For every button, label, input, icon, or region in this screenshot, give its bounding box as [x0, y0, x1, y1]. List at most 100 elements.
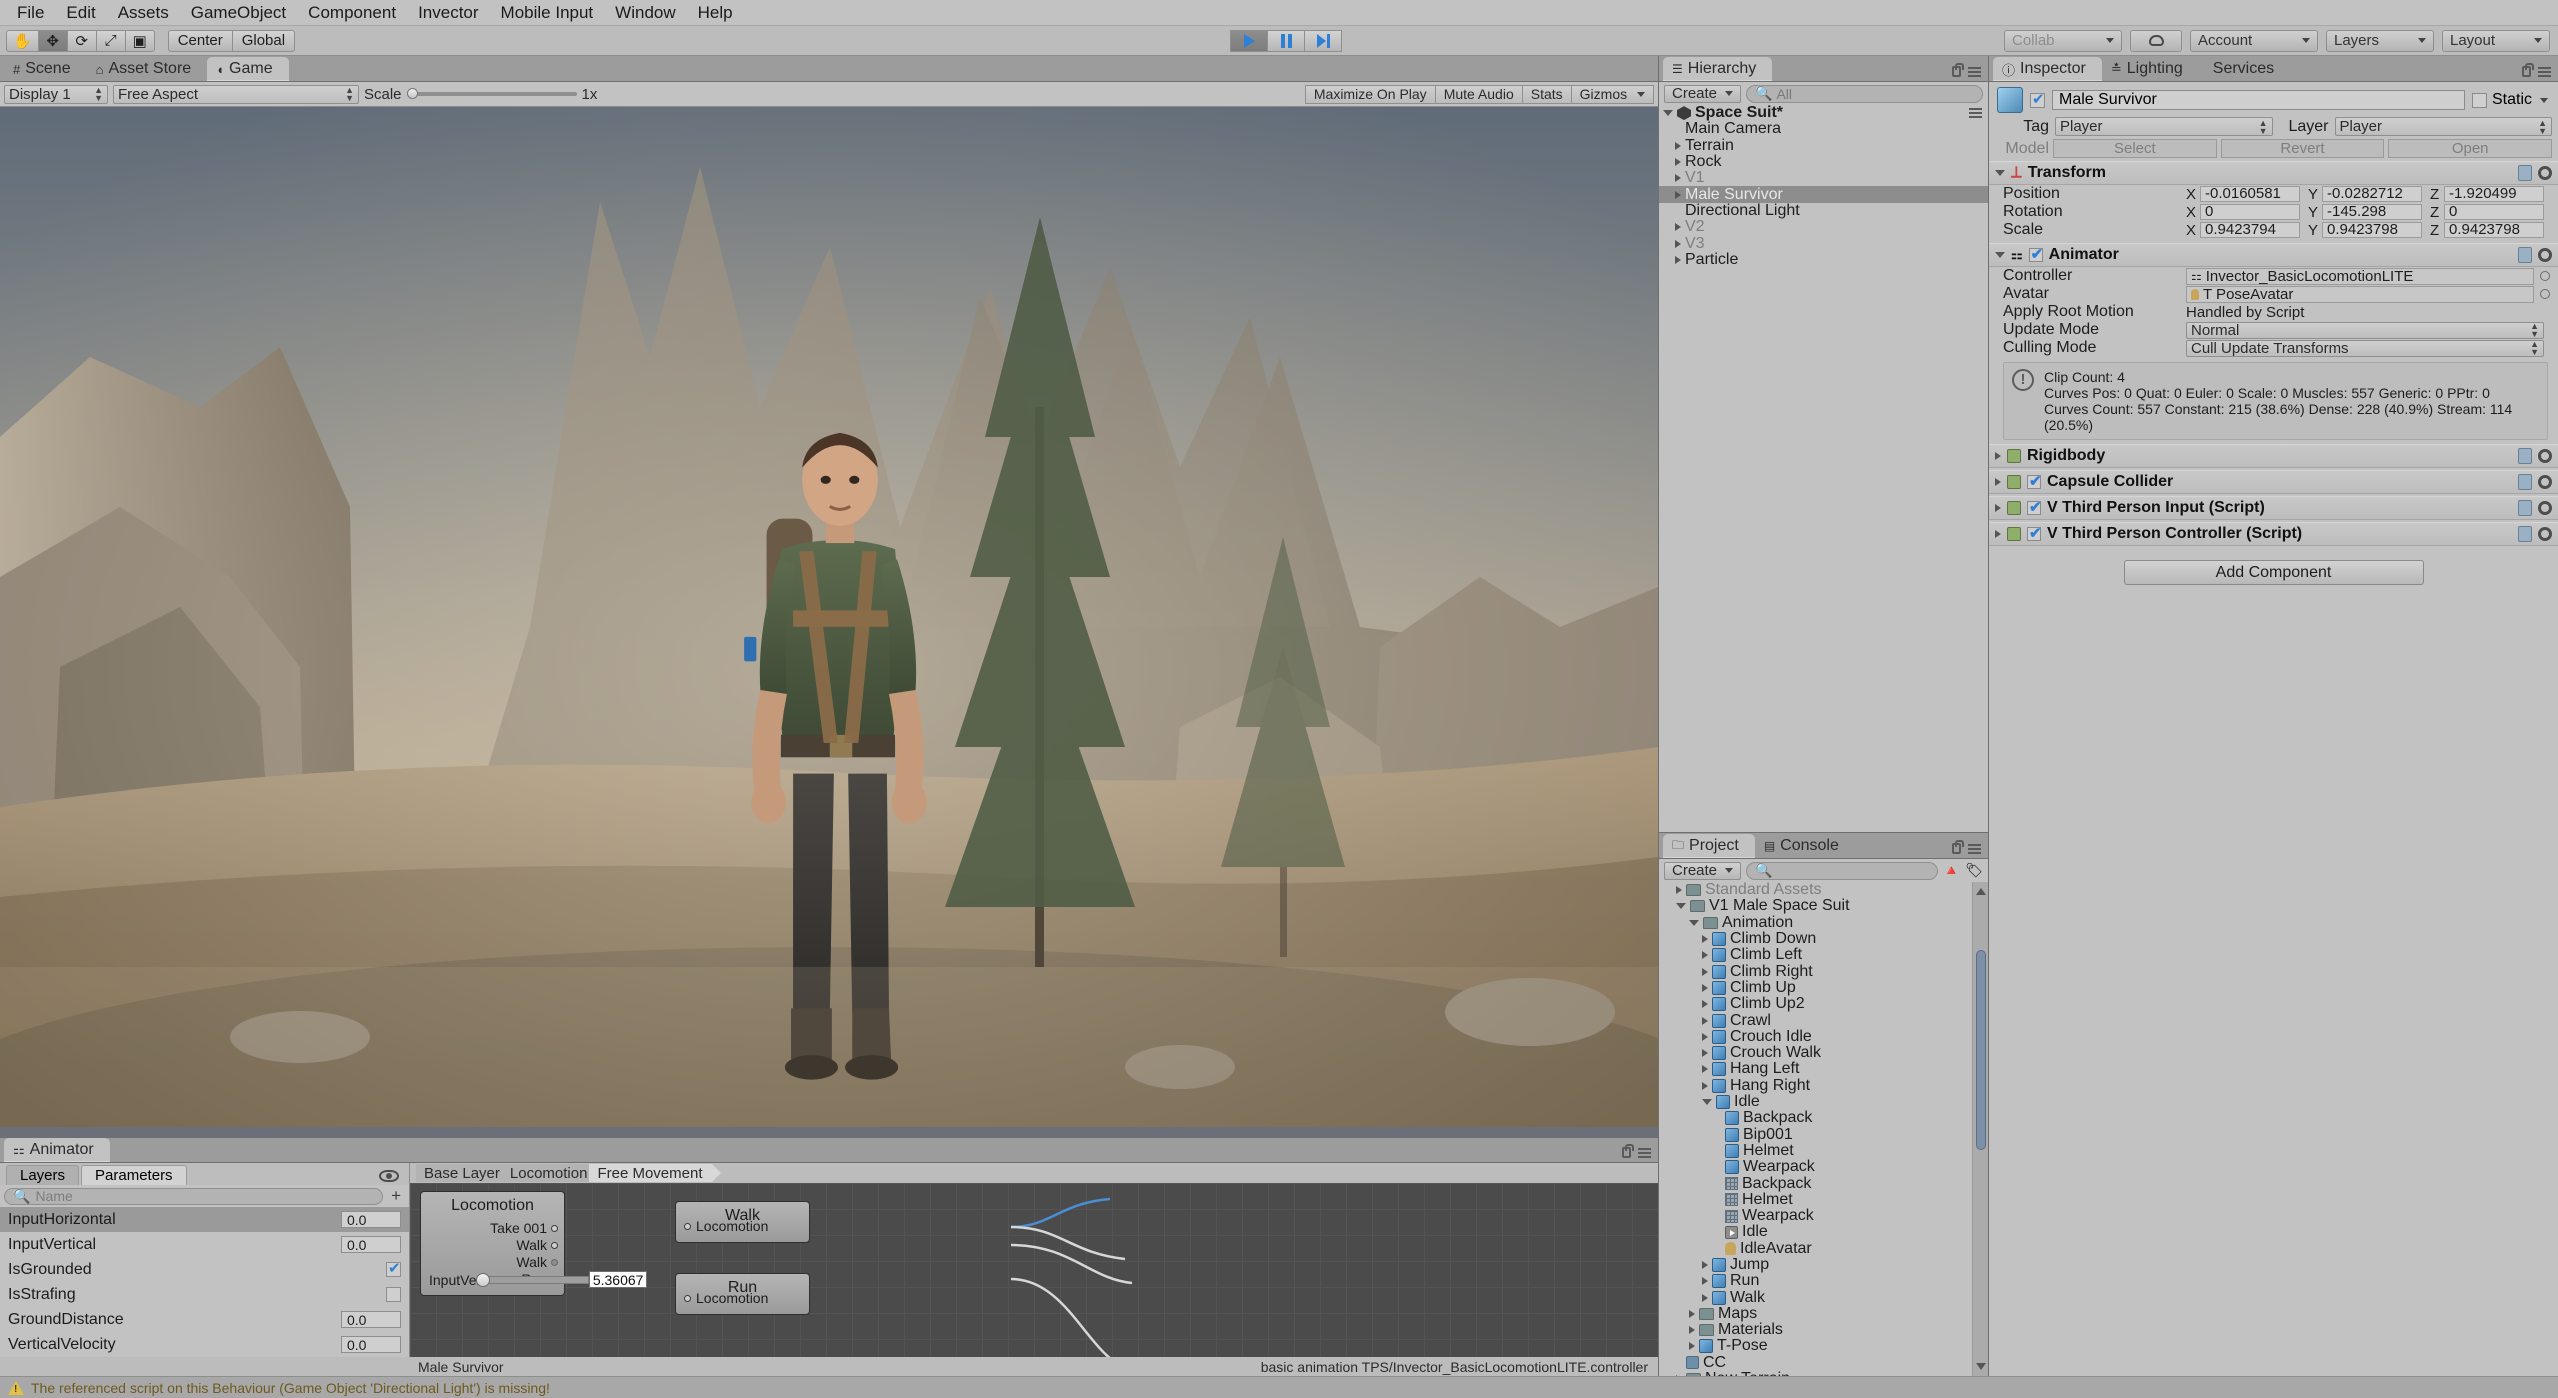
hierarchy-item-particle[interactable]: Particle [1659, 252, 1988, 268]
animator-enabled-checkbox[interactable] [2029, 248, 2043, 262]
project-item-bip001[interactable]: Bip001 [1659, 1126, 1972, 1142]
animator-state-graph[interactable]: Locomotion Take 001WalkWalkRun InputVer … [410, 1183, 1658, 1357]
project-item-t-pose[interactable]: T-Pose [1659, 1338, 1972, 1354]
project-item-crouch-walk[interactable]: Crouch Walk [1659, 1045, 1972, 1061]
transform-position-y-input[interactable]: -0.0282712 [2322, 186, 2422, 202]
gizmos-button[interactable]: Gizmos [1571, 85, 1654, 104]
hierarchy-search-input[interactable]: 🔍All [1746, 85, 1983, 103]
component-enabled-checkbox[interactable] [2027, 475, 2041, 489]
object-name-field[interactable]: Male Survivor [2052, 90, 2465, 110]
project-item-hang-right[interactable]: Hang Right [1659, 1078, 1972, 1094]
state-node-walk[interactable]: Walk Locomotion [675, 1201, 810, 1243]
project-item-wearpack[interactable]: Wearpack [1659, 1159, 1972, 1175]
parameter-value-field[interactable]: 0.0 [341, 1211, 401, 1228]
blend-param-slider[interactable] [481, 1276, 589, 1284]
add-parameter-button[interactable]: + [387, 1186, 405, 1206]
object-enabled-checkbox[interactable] [2030, 93, 2045, 108]
transform-scale-z-input[interactable]: 0.9423798 [2444, 222, 2544, 238]
hierarchy-item-directional-light[interactable]: Directional Light [1659, 203, 1988, 219]
animator-parameter-row[interactable]: InputVertical0.0 [0, 1232, 409, 1257]
chevron-right-icon[interactable] [1675, 191, 1681, 199]
menu-item-assets[interactable]: Assets [107, 0, 180, 26]
hierarchy-item-v2[interactable]: V2 [1659, 219, 1988, 235]
menu-item-window[interactable]: Window [604, 0, 686, 26]
component-enabled-checkbox[interactable] [2027, 501, 2041, 515]
project-item-climb-left[interactable]: Climb Left [1659, 947, 1972, 963]
status-bar[interactable]: The referenced script on this Behaviour … [0, 1376, 2558, 1398]
rotate-tool-icon[interactable]: ⟳ [67, 30, 97, 52]
chevron-right-icon[interactable] [1689, 1342, 1695, 1350]
game-view[interactable] [0, 107, 1658, 1138]
layer-dropdown[interactable]: Player▲▼ [2335, 117, 2553, 136]
project-item-crouch-idle[interactable]: Crouch Idle [1659, 1029, 1972, 1045]
parameter-checkbox[interactable] [386, 1262, 401, 1277]
gear-icon[interactable] [2538, 475, 2552, 489]
maximize-on-play-button[interactable]: Maximize On Play [1305, 85, 1436, 104]
chevron-right-icon[interactable] [1675, 174, 1681, 182]
project-item-crawl[interactable]: Crawl [1659, 1012, 1972, 1028]
project-item-animation[interactable]: Animation [1659, 915, 1972, 931]
lock-icon[interactable] [1952, 843, 1961, 854]
animator-subtab-parameters[interactable]: Parameters [81, 1165, 187, 1185]
project-item-standard-assets[interactable]: Standard Assets [1659, 882, 1972, 898]
model-open-button[interactable]: Open [2388, 139, 2552, 158]
component-enabled-checkbox[interactable] [2027, 527, 2041, 541]
transform-scale-y-input[interactable]: 0.9423798 [2322, 222, 2422, 238]
animator-parameter-row[interactable]: IsGrounded [0, 1257, 409, 1282]
chevron-down-icon[interactable] [1663, 110, 1673, 116]
chevron-right-icon[interactable] [1702, 984, 1708, 992]
port-dot-icon[interactable] [551, 1242, 558, 1249]
blend-tree-node[interactable]: Locomotion Take 001WalkWalkRun InputVer … [420, 1191, 565, 1296]
scale-tool-icon[interactable]: ⤢ [96, 30, 126, 52]
layout-button[interactable]: Layout [2442, 30, 2550, 52]
breadcrumb-locomotion[interactable]: Locomotion [502, 1164, 597, 1182]
chevron-right-icon[interactable] [1702, 1017, 1708, 1025]
project-item-wearpack[interactable]: Wearpack [1659, 1208, 1972, 1224]
chevron-down-icon[interactable] [1995, 252, 2005, 258]
filter-by-type-icon[interactable]: 🔺 [1943, 862, 1960, 879]
state-node-run[interactable]: Run Locomotion [675, 1273, 810, 1315]
port-dot-icon[interactable] [551, 1259, 558, 1266]
project-item-hang-left[interactable]: Hang Left [1659, 1061, 1972, 1077]
parameter-checkbox[interactable] [386, 1287, 401, 1302]
component-header-animator[interactable]: ⚏ Animator [1989, 243, 2558, 267]
tab-game[interactable]: ◖Game [207, 57, 288, 81]
chevron-down-icon[interactable] [1676, 903, 1686, 909]
tab-services[interactable]: Services [2199, 57, 2290, 81]
menu-item-component[interactable]: Component [297, 0, 407, 26]
menu-item-gameobject[interactable]: GameObject [180, 0, 297, 26]
parameter-value-field[interactable]: 0.0 [341, 1236, 401, 1253]
menu-item-help[interactable]: Help [687, 0, 744, 26]
project-item-jump[interactable]: Jump [1659, 1257, 1972, 1273]
tab-animator[interactable]: ⚏ Animator [4, 1138, 110, 1162]
chevron-right-icon[interactable] [1675, 240, 1681, 248]
scale-slider-knob[interactable] [407, 88, 418, 99]
project-item-helmet[interactable]: Helmet [1659, 1143, 1972, 1159]
tab-scene[interactable]: #Scene [4, 57, 87, 81]
rect-tool-icon[interactable]: ▣ [125, 30, 155, 52]
chevron-right-icon[interactable] [1675, 158, 1681, 166]
gear-icon[interactable] [2538, 248, 2552, 262]
hierarchy-item-main-camera[interactable]: Main Camera [1659, 121, 1988, 137]
component-header-rigidbody[interactable]: Rigidbody [1989, 444, 2558, 468]
panel-menu-icon[interactable] [2538, 67, 2551, 77]
project-create-button[interactable]: Create [1664, 862, 1741, 880]
transform-rotation-z-input[interactable]: 0 [2444, 204, 2544, 220]
project-item-climb-up2[interactable]: Climb Up2 [1659, 996, 1972, 1012]
project-item-climb-down[interactable]: Climb Down [1659, 931, 1972, 947]
avatar-field[interactable]: T PoseAvatar [2186, 286, 2534, 303]
animator-parameter-row[interactable]: IsStrafing [0, 1282, 409, 1307]
menu-item-mobile-input[interactable]: Mobile Input [490, 0, 605, 26]
static-checkbox[interactable] [2472, 93, 2487, 108]
account-button[interactable]: Account [2190, 30, 2318, 52]
eye-icon[interactable] [379, 1170, 399, 1182]
chevron-right-icon[interactable] [1702, 1049, 1708, 1057]
chevron-right-icon[interactable] [1675, 256, 1681, 264]
controller-field[interactable]: ⚏Invector_BasicLocomotionLITE [2186, 268, 2534, 285]
chevron-right-icon[interactable] [1995, 452, 2001, 460]
transform-position-z-input[interactable]: -1.920499 [2444, 186, 2544, 202]
chevron-right-icon[interactable] [1675, 142, 1681, 150]
chevron-right-icon[interactable] [1676, 886, 1682, 894]
tab-inspector[interactable]: ⓘInspector [1993, 57, 2102, 81]
lock-icon[interactable] [2522, 66, 2531, 77]
